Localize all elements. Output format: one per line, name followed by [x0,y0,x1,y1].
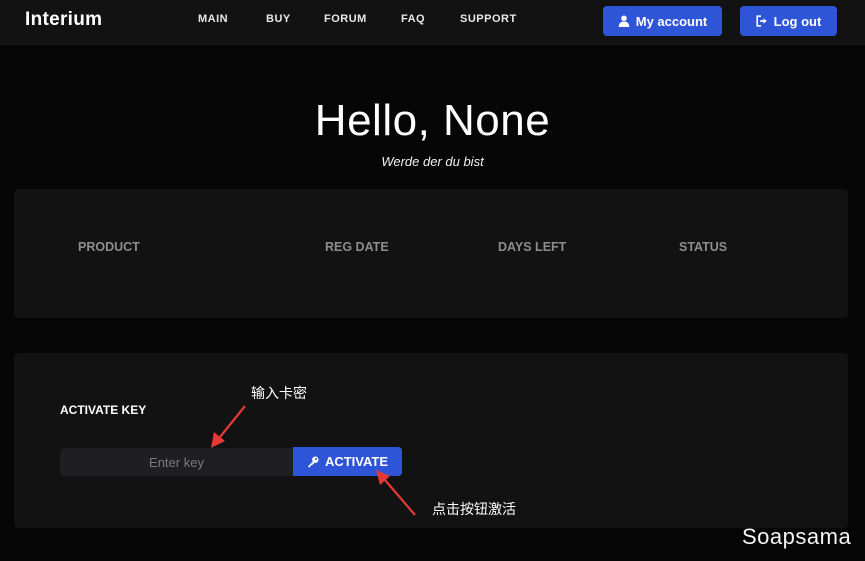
activate-button[interactable]: ACTIVATE [293,447,402,476]
column-header-days-left: DAYS LEFT [498,240,567,254]
log-out-button[interactable]: Log out [740,6,837,36]
user-icon [618,15,629,27]
column-header-status: STATUS [679,240,728,254]
nav-buy[interactable]: BUY [266,13,291,25]
input-annotation: 输入卡密 [251,386,307,402]
button-annotation: 点击按钮激活 [432,502,516,518]
nav-support[interactable]: SUPPORT [460,13,517,25]
log-out-label: Log out [773,13,822,29]
brand-logo[interactable]: Interium [25,9,102,31]
my-account-label: My account [635,13,708,29]
watermark-text: Soapsama [742,524,852,549]
greeting-subtitle: Werde der du bist [381,154,484,169]
key-icon [307,456,319,467]
activate-key-panel [14,353,848,528]
column-header-reg-date: REG DATE [325,240,389,254]
activate-label: ACTIVATE [324,454,389,469]
nav-main[interactable]: MAIN [198,13,228,25]
nav-faq[interactable]: FAQ [401,13,425,25]
greeting-title: Hello, None [314,96,551,145]
column-header-product: PRODUCT [78,240,140,254]
activate-key-heading: ACTIVATE KEY [60,403,147,417]
nav-forum[interactable]: FORUM [324,13,367,25]
sign-out-icon [756,15,767,27]
top-navbar: Interium MAIN BUY FORUM FAQ SUPPORT My a… [0,0,865,45]
key-input[interactable] [60,448,293,476]
my-account-button[interactable]: My account [603,6,722,36]
